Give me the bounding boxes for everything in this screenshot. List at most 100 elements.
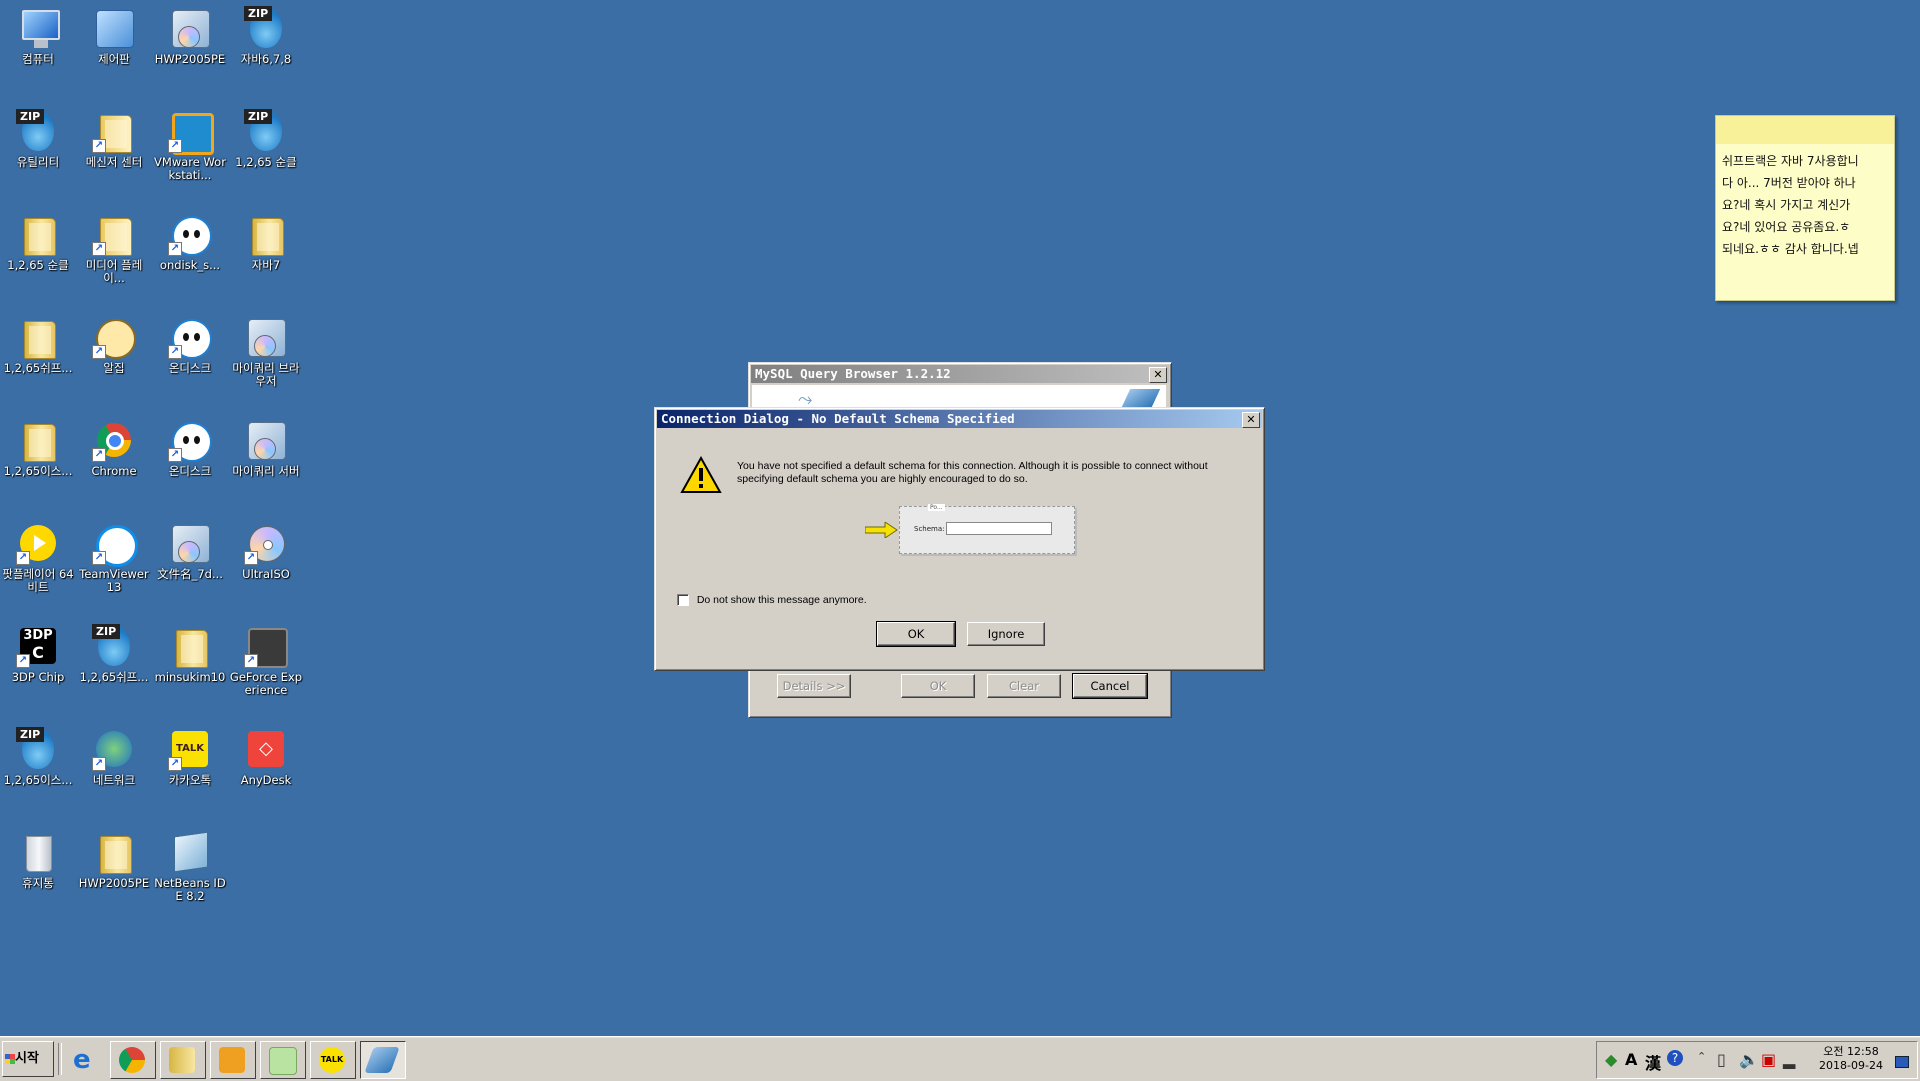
3dp-icon: 3DP C ↗ — [16, 624, 60, 668]
dialog-close-button[interactable]: ✕ — [1242, 412, 1260, 428]
sticky-notes-icon — [269, 1047, 297, 1075]
cancel-button[interactable]: Cancel — [1072, 673, 1148, 699]
desktop-icon-label: 카카오톡 — [168, 773, 212, 787]
desktop-icon[interactable]: minsukim10 — [152, 618, 228, 684]
desktop-icon-label: 온디스크 — [168, 361, 212, 375]
signal-icon[interactable]: ▂ — [1783, 1050, 1795, 1069]
geforce-icon: ↗ — [244, 624, 288, 668]
desktop-icon[interactable]: HWP2005PE — [152, 0, 228, 66]
desktop-icon[interactable]: 자바7 — [228, 206, 304, 272]
details-button[interactable]: Details >> — [777, 674, 851, 698]
desktop-icon-label: 마이쿼리 서버 — [232, 464, 300, 478]
query-browser-icon — [364, 1047, 400, 1073]
quick-launch-divider — [58, 1043, 62, 1075]
network-error-icon[interactable]: ▣ — [1761, 1050, 1776, 1069]
desktop-icon[interactable]: 文件名_7d... — [152, 515, 228, 581]
desktop-icon[interactable]: ↗ ondisk_s... — [152, 206, 228, 272]
desktop-icon[interactable]: 컴퓨터 — [0, 0, 76, 66]
netbeans-icon — [168, 830, 212, 874]
taskbar-explorer-button[interactable] — [160, 1041, 206, 1079]
warning-icon — [680, 456, 722, 493]
desktop-icon-label: 1,2,65쉬프... — [79, 670, 149, 684]
desktop-icon[interactable]: ↗ 팟플레이어 64 비트 — [0, 515, 76, 593]
desktop-icon[interactable]: ↗ 미디어 플레이... — [76, 206, 152, 284]
desktop-icon[interactable]: ZIP 자바6,7,8 — [228, 0, 304, 66]
taskbar-media-button[interactable] — [210, 1041, 256, 1079]
desktop-icon[interactable]: ZIP 1,2,65이스... — [0, 721, 76, 787]
taskbar-ie-button[interactable]: e — [64, 1041, 110, 1079]
sticky-note-text[interactable]: 쉬프트랙은 자바 7사용합니 다 아... 7버전 받아야 하나 요?네 혹시 … — [1716, 144, 1894, 266]
language-bar-icon[interactable]: ◆ — [1605, 1050, 1617, 1069]
clock[interactable]: 오전 12:58 2018-09-24 — [1811, 1045, 1891, 1073]
folder-icon — [16, 418, 60, 462]
desktop-icon[interactable]: 휴지통 — [0, 824, 76, 890]
taskbar-sticky-button[interactable] — [260, 1041, 306, 1079]
desktop-icon[interactable]: 1,2,65이스... — [0, 412, 76, 478]
dont-show-again-row[interactable]: Do not show this message anymore. — [677, 592, 867, 606]
shortcut-arrow-icon: ↗ — [168, 139, 182, 153]
zip-icon: ZIP — [16, 727, 60, 771]
chrome-icon: ↗ — [92, 418, 136, 462]
ime-mode-han[interactable]: 漢 — [1645, 1050, 1661, 1074]
anydesk-icon: ◇ — [244, 727, 288, 771]
desktop-icon[interactable]: ZIP 1,2,65쉬프... — [76, 618, 152, 684]
desktop-icon-label: 1,2,65쉬프... — [3, 361, 73, 375]
start-label: 시작 — [15, 1051, 39, 1066]
desktop-icon[interactable]: ZIP 1,2,65 순클 — [228, 103, 304, 169]
installer-icon — [168, 6, 212, 50]
dialog-ignore-button[interactable]: Ignore — [967, 622, 1045, 646]
dont-show-again-checkbox[interactable] — [677, 593, 689, 606]
desktop-icon[interactable]: ↗ 온디스크 — [152, 412, 228, 478]
taskbar-chrome-button[interactable] — [110, 1041, 156, 1079]
desktop-icon[interactable]: HWP2005PE — [76, 824, 152, 890]
start-button[interactable]: 시작 — [2, 1041, 54, 1077]
desktop-icon[interactable]: ↗ Chrome — [76, 412, 152, 478]
desktop-icon-label: 3DP Chip — [11, 670, 65, 684]
desktop-icon[interactable]: ↗ TeamViewer 13 — [76, 515, 152, 593]
desktop-icon[interactable]: ↗ VMware Workstati... — [152, 103, 228, 181]
sticky-note[interactable]: 쉬프트랙은 자바 7사용합니 다 아... 7버전 받아야 하나 요?네 혹시 … — [1715, 115, 1895, 301]
dialog-title: Connection Dialog - No Default Schema Sp… — [661, 411, 1015, 426]
ime-mode-a[interactable]: A — [1625, 1050, 1637, 1069]
desktop-icon[interactable]: 1,2,65 순클 — [0, 206, 76, 272]
ondisk-icon: ↗ — [168, 315, 212, 359]
desktop-icon[interactable]: NetBeans IDE 8.2 — [152, 824, 228, 902]
query-browser-titlebar[interactable]: MySQL Query Browser 1.2.12 ✕ — [751, 365, 1169, 383]
taskbar-query-browser-button[interactable] — [360, 1041, 406, 1079]
shortcut-arrow-icon: ↗ — [92, 139, 106, 153]
dont-show-again-label[interactable]: Do not show this message anymore. — [697, 594, 867, 606]
desktop-icon[interactable]: ↗ 메신저 센터 — [76, 103, 152, 169]
desktop-icon[interactable]: ↗ UltraISO — [228, 515, 304, 581]
desktop-icon-label: 1,2,65 순클 — [7, 258, 69, 272]
sticky-note-titlebar[interactable] — [1716, 116, 1894, 144]
show-desktop-icon[interactable] — [1895, 1056, 1909, 1068]
desktop-icon[interactable]: ↗ GeForce Experience — [228, 618, 304, 696]
desktop-icon[interactable]: ↗ 온디스크 — [152, 309, 228, 375]
desktop-icon[interactable]: ZIP 유틸리티 — [0, 103, 76, 169]
show-hidden-icons[interactable]: ⌃ — [1697, 1050, 1706, 1063]
installer-icon — [244, 418, 288, 462]
desktop-icon-label: 유틸리티 — [16, 155, 60, 169]
desktop-icon[interactable]: TALK ↗ 카카오톡 — [152, 721, 228, 787]
device-icon[interactable]: ▯ — [1717, 1050, 1726, 1069]
desktop-icon[interactable]: ↗ 네트워크 — [76, 721, 152, 787]
help-icon[interactable]: ? — [1667, 1050, 1683, 1066]
volume-icon[interactable]: 🔈 — [1739, 1050, 1759, 1069]
desktop-icon-label: TeamViewer 13 — [79, 567, 149, 594]
clear-button[interactable]: Clear — [987, 674, 1061, 698]
desktop-icon[interactable]: ↗ 알집 — [76, 309, 152, 375]
desktop-icon[interactable]: 마이쿼리 브라우저 — [228, 309, 304, 387]
desktop-icon[interactable]: 제어판 — [76, 0, 152, 66]
desktop-icon[interactable]: 3DP C ↗ 3DP Chip — [0, 618, 76, 684]
query-browser-logo-icon — [1121, 389, 1161, 407]
query-browser-close-button[interactable]: ✕ — [1149, 367, 1167, 383]
teamviewer-icon: ↗ — [92, 521, 138, 567]
dialog-ok-button[interactable]: OK — [876, 621, 956, 647]
desktop-icon[interactable]: 마이쿼리 서버 — [228, 412, 304, 478]
desktop-icon[interactable]: ◇ AnyDesk — [228, 721, 304, 787]
dialog-titlebar[interactable]: Connection Dialog - No Default Schema Sp… — [657, 410, 1262, 428]
bg-ok-button[interactable]: OK — [901, 674, 975, 698]
desktop-icon[interactable]: 1,2,65쉬프... — [0, 309, 76, 375]
taskbar-kakao-button[interactable]: TALK — [310, 1041, 356, 1079]
desktop-icon-label: minsukim10 — [154, 670, 226, 684]
